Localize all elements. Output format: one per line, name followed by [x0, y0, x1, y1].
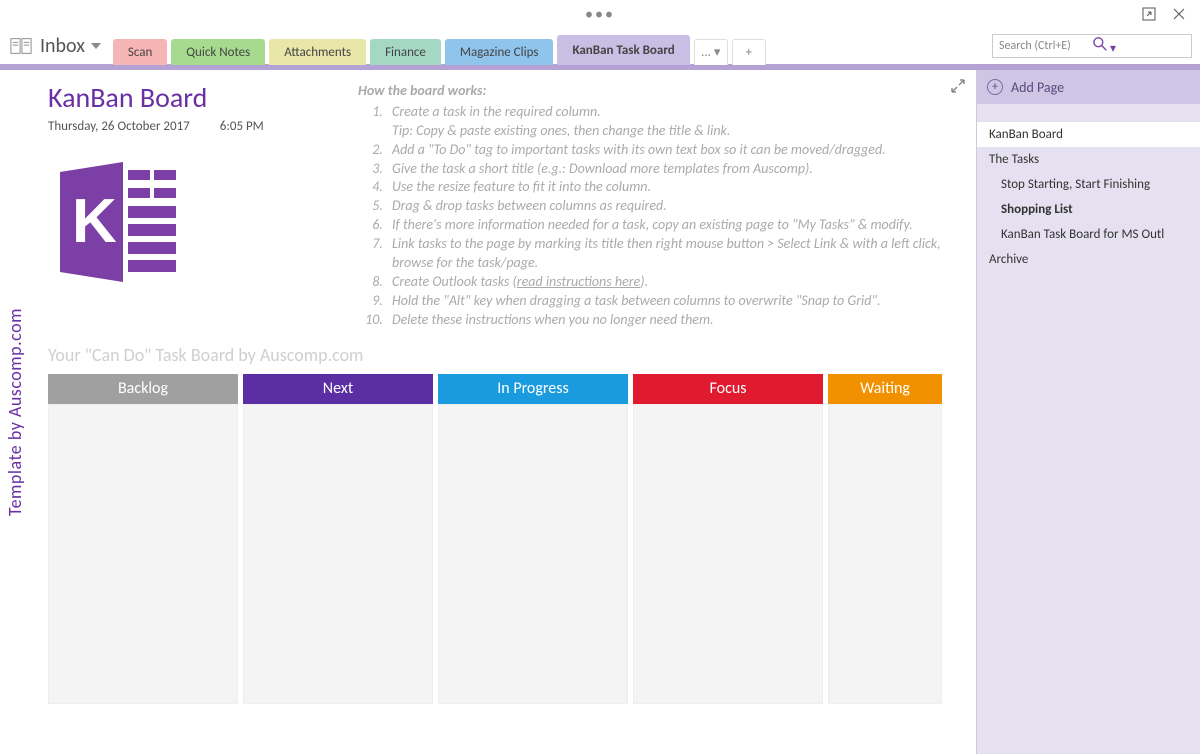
close-icon[interactable] [1164, 4, 1194, 24]
instructions-title: How the board works: [358, 82, 958, 101]
add-page-label: Add Page [1011, 79, 1064, 96]
instruction-item: Give the task a short title (e.g.: Downl… [386, 160, 958, 179]
board-subtitle: Your "Can Do" Task Board by Auscomp.com [48, 344, 958, 366]
notebook-selector[interactable]: Inbox [10, 34, 101, 58]
add-page-button[interactable]: + Add Page [977, 70, 1200, 104]
section-tab[interactable]: Attachments [269, 39, 366, 65]
page-time: 6:05 PM [220, 119, 264, 134]
section-tab[interactable]: Magazine Clips [445, 39, 554, 65]
kanban-column-header: In Progress [438, 374, 628, 404]
svg-text:K: K [72, 187, 117, 256]
section-tab[interactable]: Quick Notes [171, 39, 265, 65]
notebook-icon [10, 37, 32, 55]
expand-icon[interactable] [950, 78, 966, 98]
page-list-item[interactable]: KanBan Task Board for MS Outl [977, 222, 1200, 247]
page-list-item[interactable]: KanBan Board [977, 122, 1200, 147]
search-input[interactable]: Search (Ctrl+E) ▾ [992, 34, 1192, 58]
plus-icon: + [987, 79, 1003, 95]
page-date: Thursday, 26 October 2017 [48, 119, 190, 134]
kanban-column-body[interactable] [828, 404, 942, 704]
app-logo: K [48, 152, 188, 292]
section-tab[interactable]: Scan [113, 39, 167, 65]
side-branding-text: Template by Auscomp.com [4, 308, 26, 516]
search-placeholder: Search (Ctrl+E) [999, 39, 1092, 53]
kanban-column[interactable]: Backlog [48, 374, 238, 704]
kanban-column-body[interactable] [243, 404, 433, 704]
content: Template by Auscomp.com KanBan Board Thu… [0, 70, 1200, 754]
section-tabs: ScanQuick NotesAttachmentsFinanceMagazin… [113, 28, 992, 64]
chevron-down-icon [91, 43, 101, 49]
search-icon: ▾ [1092, 36, 1185, 56]
instructions-block[interactable]: How the board works: Create a task in th… [358, 80, 958, 330]
add-section-button[interactable]: + [732, 39, 766, 65]
instruction-item: Use the resize feature to fit it into th… [386, 178, 958, 197]
kanban-column-body[interactable] [438, 404, 628, 704]
kanban-column[interactable]: In Progress [438, 374, 628, 704]
page-list-item[interactable]: The Tasks [977, 147, 1200, 172]
instruction-item: Link tasks to the page by marking its ti… [386, 235, 958, 273]
titlebar: ••• [0, 0, 1200, 28]
side-branding: Template by Auscomp.com [0, 70, 30, 754]
kanban-column-header: Waiting [828, 374, 942, 404]
kanban-column[interactable]: Focus [633, 374, 823, 704]
kanban-column-header: Backlog [48, 374, 238, 404]
note-canvas[interactable]: KanBan Board Thursday, 26 October 2017 6… [30, 70, 976, 754]
instruction-item: Delete these instructions when you no lo… [386, 311, 958, 330]
kanban-board[interactable]: BacklogNextIn ProgressFocusWaiting [48, 374, 958, 704]
titlebar-grip: ••• [585, 5, 615, 24]
page-list-item[interactable]: Shopping List [977, 197, 1200, 222]
page-title[interactable]: KanBan Board [48, 80, 338, 115]
fullscreen-icon[interactable] [1134, 4, 1164, 24]
instruction-item: Drag & drop tasks between columns as req… [386, 197, 958, 216]
page-list-item[interactable]: Archive [977, 247, 1200, 272]
kanban-column[interactable]: Waiting [828, 374, 942, 704]
topbar: Inbox ScanQuick NotesAttachmentsFinanceM… [0, 28, 1200, 64]
instruction-item: Add a "To Do" tag to important tasks wit… [386, 141, 958, 160]
kanban-column-body[interactable] [633, 404, 823, 704]
page-list: KanBan BoardThe TasksStop Starting, Star… [977, 104, 1200, 272]
section-tab[interactable]: KanBan Task Board [557, 35, 689, 65]
instruction-item: If there's more information needed for a… [386, 216, 958, 235]
more-sections-button[interactable]: ... ▾ [694, 39, 728, 65]
kanban-column[interactable]: Next [243, 374, 433, 704]
kanban-column-header: Focus [633, 374, 823, 404]
notebook-name: Inbox [40, 34, 85, 58]
instruction-item: Create Outlook tasks (read instructions … [386, 273, 958, 292]
section-tab[interactable]: Finance [370, 39, 441, 65]
instruction-item: Create a task in the required column.Tip… [386, 103, 958, 141]
instructions-list: Create a task in the required column.Tip… [358, 103, 958, 330]
kanban-column-header: Next [243, 374, 433, 404]
page-meta: Thursday, 26 October 2017 6:05 PM [48, 119, 338, 134]
page-list-item[interactable]: Stop Starting, Start Finishing [977, 172, 1200, 197]
instruction-item: Hold the "Alt" key when dragging a task … [386, 292, 958, 311]
kanban-column-body[interactable] [48, 404, 238, 704]
page-list-panel: + Add Page KanBan BoardThe TasksStop Sta… [976, 70, 1200, 754]
